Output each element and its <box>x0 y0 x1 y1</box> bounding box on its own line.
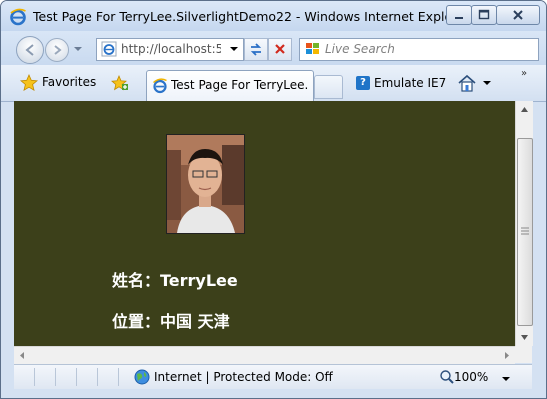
scroll-down-arrow-icon[interactable] <box>516 329 533 346</box>
forward-button[interactable] <box>45 38 69 62</box>
history-dropdown-icon[interactable] <box>74 45 82 53</box>
stop-icon <box>275 44 285 54</box>
address-bar[interactable]: http://localhost:53 <box>96 38 244 61</box>
tab-label: Test Page For TerryLee... <box>171 78 309 92</box>
vertical-scroll-thumb[interactable] <box>517 138 533 326</box>
address-dropdown-icon[interactable] <box>229 45 239 53</box>
status-cell <box>56 368 77 386</box>
browser-window: Test Page For TerryLee.SilverlightDemo22… <box>0 0 547 399</box>
zoom-dropdown-icon[interactable] <box>502 376 510 382</box>
grip-icon <box>521 227 529 235</box>
star-icon <box>20 74 38 92</box>
page-ie-icon <box>101 41 117 57</box>
new-tab-button[interactable] <box>314 75 343 99</box>
arrow-left-icon <box>25 44 34 56</box>
status-cell <box>98 368 119 386</box>
status-bar: Internet | Protected Mode: Off 100% <box>14 364 532 389</box>
home-icon[interactable] <box>456 73 478 93</box>
live-search-icon <box>306 43 319 54</box>
internet-zone-globe-icon[interactable] <box>134 369 150 385</box>
address-input[interactable]: http://localhost:53 <box>121 42 221 56</box>
emulate-icon: ? <box>356 76 370 90</box>
maximize-button[interactable] <box>471 5 497 25</box>
zoom-magnifier-icon[interactable] <box>439 369 455 385</box>
scroll-right-arrow-icon[interactable] <box>498 347 515 364</box>
arrow-right-icon <box>54 45 62 55</box>
status-cell <box>14 368 35 386</box>
search-input[interactable]: Live Search <box>325 42 395 56</box>
status-cell <box>35 368 56 386</box>
close-button[interactable] <box>496 5 540 25</box>
chevron-more-icon[interactable]: » <box>521 68 527 79</box>
maximize-icon <box>478 9 490 20</box>
emulate-label: Emulate IE7 <box>374 76 447 90</box>
search-box[interactable]: Live Search <box>299 38 539 61</box>
location-text: 位置：中国 天津 <box>112 312 230 331</box>
ie-tab-icon <box>153 78 167 94</box>
status-cell <box>77 368 98 386</box>
horizontal-scrollbar[interactable] <box>14 346 515 364</box>
favorites-label: Favorites <box>42 75 97 89</box>
scrollbar-corner <box>515 346 532 363</box>
zoom-level[interactable]: 100% <box>454 370 488 384</box>
scroll-left-arrow-icon[interactable] <box>14 347 31 364</box>
title-bar[interactable]: Test Page For TerryLee.SilverlightDemo22… <box>1 1 546 31</box>
close-icon <box>513 10 523 20</box>
refresh-button[interactable] <box>244 38 268 61</box>
minimize-button[interactable] <box>446 5 472 25</box>
vertical-scrollbar[interactable] <box>515 101 533 346</box>
tab-test-page[interactable]: Test Page For TerryLee... <box>146 70 314 101</box>
add-favorite-icon[interactable] <box>111 74 129 92</box>
profile-photo <box>166 134 245 234</box>
refresh-icon <box>250 43 262 56</box>
name-text: 姓名：TerryLee <box>112 271 238 290</box>
page-content: 姓名：TerryLee 位置：中国 天津 <box>14 101 515 346</box>
window-title: Test Page For TerryLee.SilverlightDemo22… <box>33 9 470 24</box>
home-dropdown-icon[interactable] <box>483 80 491 86</box>
ie-logo-icon <box>10 8 26 26</box>
security-zone-text[interactable]: Internet | Protected Mode: Off <box>154 370 333 384</box>
minimize-icon <box>455 17 463 19</box>
scroll-up-arrow-icon[interactable] <box>516 101 533 118</box>
back-button[interactable] <box>16 36 44 64</box>
stop-button[interactable] <box>268 38 292 61</box>
